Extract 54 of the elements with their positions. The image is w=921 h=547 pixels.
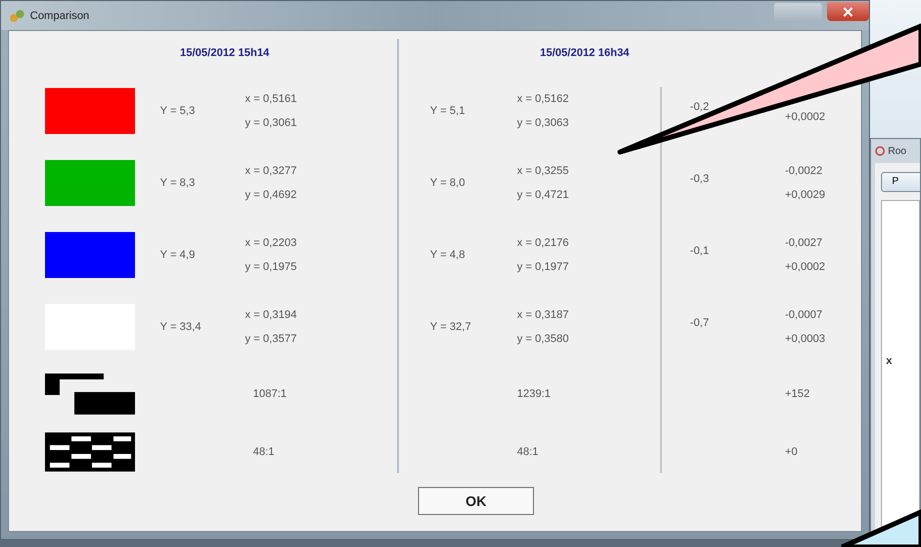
contrast-difference: +152: [785, 388, 811, 400]
y-difference: +0,0002: [785, 261, 826, 273]
ok-button[interactable]: OK: [418, 487, 534, 515]
app-icon: [875, 146, 885, 156]
x-coordinate: x = 0,2176: [517, 237, 569, 249]
contrast-ratio: 48:1: [517, 446, 540, 458]
window-title: Comparison: [30, 10, 90, 22]
luminance-value: Y = 4,9: [160, 249, 196, 261]
y-coordinate: y = 0,3577: [245, 333, 297, 345]
y-coordinate: y = 0,3580: [517, 333, 569, 345]
contrast-icon: [45, 373, 135, 415]
luminance-value: Y = 33,4: [160, 321, 202, 333]
luminance-difference: -0,1: [690, 245, 710, 257]
checkerboard-icon: [45, 432, 135, 472]
date-heading: 15/05/2012 15h14: [179, 47, 270, 59]
x-coordinate: x = 0,3255: [517, 165, 569, 177]
luminance-value: Y = 8,3: [160, 177, 196, 189]
x-coordinate: x = 0,3277: [245, 165, 297, 177]
x-coordinate: x = 0,3194: [245, 309, 297, 321]
luminance-value: Y = 5,3: [160, 105, 196, 117]
x-difference: -0,0022: [785, 165, 822, 177]
luminance-value: Y = 8,0: [430, 177, 466, 189]
toolbar-button[interactable]: P: [881, 172, 920, 192]
x-difference: -0,0027: [785, 237, 822, 249]
x-coordinate: x = 0,5162: [517, 93, 569, 105]
y-difference: +0,0002: [785, 111, 826, 123]
window-title: Roo: [888, 146, 906, 156]
contrast-ratio: 48:1: [252, 446, 276, 458]
y-difference: +0,0003: [785, 333, 826, 345]
luminance-value: Y = 4,8: [430, 249, 466, 261]
contrast-difference: +0: [785, 446, 799, 458]
luminance-difference: -0,7: [690, 317, 710, 329]
luminance-difference: -0,2: [690, 101, 710, 113]
y-coordinate: y = 0,3063: [517, 117, 569, 129]
y-coordinate: y = 0,4692: [245, 189, 297, 201]
date-heading: 15/05/2012 16h34: [539, 47, 630, 59]
y-coordinate: y = 0,4721: [517, 189, 569, 201]
luminance-value: Y = 5,1: [430, 105, 466, 117]
contrast-ratio: 1239:1: [517, 388, 552, 400]
contrast-ratio: 1087:1: [252, 388, 288, 400]
close-icon: [843, 6, 853, 16]
y-difference: +0,0029: [785, 189, 826, 201]
luminance-value: Y = 32,7: [430, 321, 472, 333]
x-coordinate: x = 0,5161: [245, 93, 297, 105]
y-coordinate: y = 0,1977: [517, 261, 569, 273]
x-coordinate: x = 0,3187: [517, 309, 569, 321]
x-difference: -0,0007: [785, 309, 822, 321]
luminance-difference: -0,3: [690, 173, 710, 185]
x-coordinate: x = 0,2203: [245, 237, 297, 249]
y-coordinate: y = 0,1975: [245, 261, 297, 273]
y-coordinate: y = 0,3061: [245, 117, 297, 129]
app-icon: [9, 8, 25, 22]
panel-label: x: [886, 354, 892, 366]
close-button[interactable]: [827, 2, 869, 21]
